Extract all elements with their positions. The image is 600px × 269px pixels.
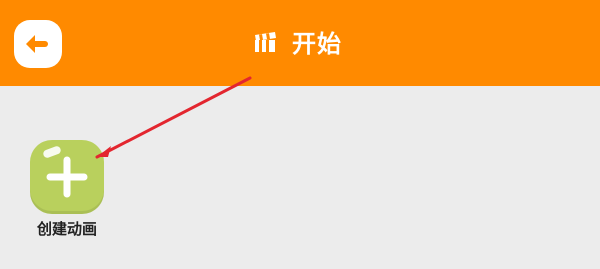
plus-icon	[46, 156, 88, 198]
back-button[interactable]	[14, 20, 62, 68]
create-animation-button[interactable]: 创建动画	[26, 136, 108, 240]
create-animation-icon-button[interactable]	[30, 140, 104, 214]
app-header: 开始	[0, 0, 600, 86]
page-title-group: 开始	[250, 24, 342, 64]
create-animation-label: 创建动画	[36, 220, 97, 238]
back-arrow-icon	[26, 35, 48, 53]
clapperboard-icon	[250, 29, 280, 59]
page-title: 开始	[292, 30, 342, 58]
